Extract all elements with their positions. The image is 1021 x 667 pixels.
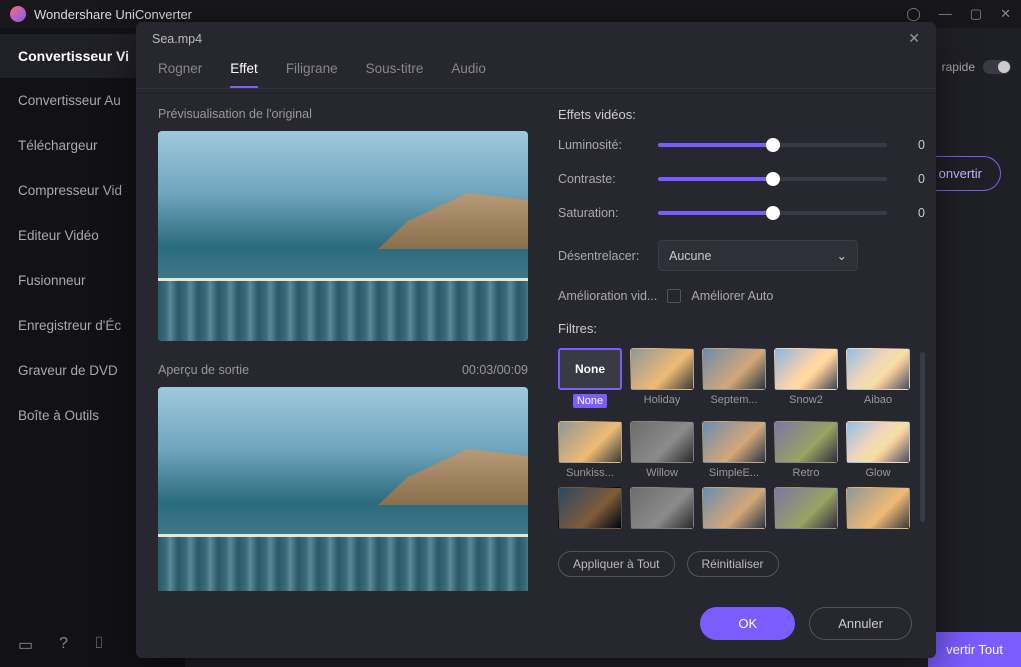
filter-thumb-none: None bbox=[558, 348, 622, 390]
filter-simplee[interactable]: SimpleE... bbox=[702, 421, 766, 479]
tab-audio[interactable]: Audio bbox=[451, 61, 486, 88]
rapid-label: rapide bbox=[942, 60, 975, 74]
filter-september[interactable]: Septem... bbox=[702, 348, 766, 413]
rapid-toggle-row: rapide bbox=[942, 60, 1011, 74]
filter-sunkiss[interactable]: Sunkiss... bbox=[558, 421, 622, 479]
app-logo-icon bbox=[10, 6, 26, 22]
tab-effect[interactable]: Effet bbox=[230, 61, 258, 88]
ok-button[interactable]: OK bbox=[700, 607, 795, 640]
close-window-icon[interactable]: ✕ bbox=[1000, 6, 1011, 22]
filter-willow[interactable]: Willow bbox=[630, 421, 694, 479]
filter-extra-1[interactable] bbox=[558, 487, 622, 533]
brightness-label: Luminosité: bbox=[558, 138, 658, 152]
app-title: Wondershare UniConverter bbox=[34, 7, 192, 22]
brightness-row: Luminosité: 0 bbox=[558, 138, 925, 152]
modal-filename: Sea.mp4 bbox=[152, 32, 202, 46]
apply-all-button[interactable]: Appliquer à Tout bbox=[558, 551, 675, 577]
brightness-value: 0 bbox=[905, 138, 925, 152]
filter-retro[interactable]: Retro bbox=[774, 421, 838, 479]
filter-aibao[interactable]: Aibao bbox=[846, 348, 910, 413]
help-icon[interactable]: ? bbox=[59, 635, 68, 655]
convert-all-button[interactable]: vertir Tout bbox=[928, 632, 1021, 667]
contrast-label: Contraste: bbox=[558, 172, 658, 186]
filters-scrollbar[interactable] bbox=[920, 352, 925, 522]
filter-extra-5[interactable] bbox=[846, 487, 910, 533]
saturation-slider[interactable] bbox=[658, 211, 887, 215]
filter-extra-2[interactable] bbox=[630, 487, 694, 533]
saturation-label: Saturation: bbox=[558, 206, 658, 220]
book-icon[interactable]: ▭ bbox=[18, 635, 33, 655]
deinterlace-row: Désentrelacer: Aucune ⌄ bbox=[558, 240, 925, 271]
output-preview bbox=[158, 387, 528, 591]
effect-editor-modal: Sea.mp4 ✕ Rogner Effet Filigrane Sous-ti… bbox=[136, 22, 936, 658]
deinterlace-value: Aucune bbox=[669, 249, 711, 263]
filter-extra-3[interactable] bbox=[702, 487, 766, 533]
enhance-row: Amélioration vid... Améliorer Auto bbox=[558, 289, 925, 303]
playback-time: 00:03/00:09 bbox=[462, 363, 528, 377]
saturation-value: 0 bbox=[905, 206, 925, 220]
user-icon[interactable]: ◯ bbox=[906, 6, 921, 22]
original-preview bbox=[158, 131, 528, 341]
rapid-toggle[interactable] bbox=[983, 60, 1011, 74]
contrast-slider[interactable] bbox=[658, 177, 887, 181]
filter-holiday[interactable]: Holiday bbox=[630, 348, 694, 413]
filters-grid: None None Holiday Septem... Snow2 Aibao … bbox=[558, 348, 910, 541]
reset-button[interactable]: Réinitialiser bbox=[687, 551, 779, 577]
filter-extra-4[interactable] bbox=[774, 487, 838, 533]
chevron-down-icon: ⌄ bbox=[837, 248, 847, 263]
contrast-value: 0 bbox=[905, 172, 925, 186]
people-icon[interactable]: ⌷ bbox=[94, 635, 104, 655]
window-controls: ◯ — ▢ ✕ bbox=[906, 6, 1011, 22]
deinterlace-label: Désentrelacer: bbox=[558, 249, 658, 263]
output-preview-label: Aperçu de sortie bbox=[158, 363, 249, 377]
filter-snow2[interactable]: Snow2 bbox=[774, 348, 838, 413]
deinterlace-select[interactable]: Aucune ⌄ bbox=[658, 240, 858, 271]
contrast-row: Contraste: 0 bbox=[558, 172, 925, 186]
minimize-icon[interactable]: — bbox=[939, 6, 952, 22]
tab-crop[interactable]: Rogner bbox=[158, 61, 202, 88]
modal-tabs: Rogner Effet Filigrane Sous-titre Audio bbox=[136, 47, 936, 89]
tab-subtitle[interactable]: Sous-titre bbox=[366, 61, 424, 88]
enhance-option: Améliorer Auto bbox=[691, 289, 773, 303]
close-icon[interactable]: ✕ bbox=[908, 30, 920, 47]
maximize-icon[interactable]: ▢ bbox=[970, 6, 982, 22]
filter-glow[interactable]: Glow bbox=[846, 421, 910, 479]
brightness-slider[interactable] bbox=[658, 143, 887, 147]
enhance-label: Amélioration vid... bbox=[558, 289, 657, 303]
filters-label: Filtres: bbox=[558, 321, 925, 336]
original-preview-label: Prévisualisation de l'original bbox=[158, 107, 528, 121]
cancel-button[interactable]: Annuler bbox=[809, 607, 912, 640]
enhance-checkbox[interactable] bbox=[667, 289, 681, 303]
filter-none[interactable]: None None bbox=[558, 348, 622, 413]
saturation-row: Saturation: 0 bbox=[558, 206, 925, 220]
effects-title: Effets vidéos: bbox=[558, 107, 925, 122]
tab-watermark[interactable]: Filigrane bbox=[286, 61, 338, 88]
